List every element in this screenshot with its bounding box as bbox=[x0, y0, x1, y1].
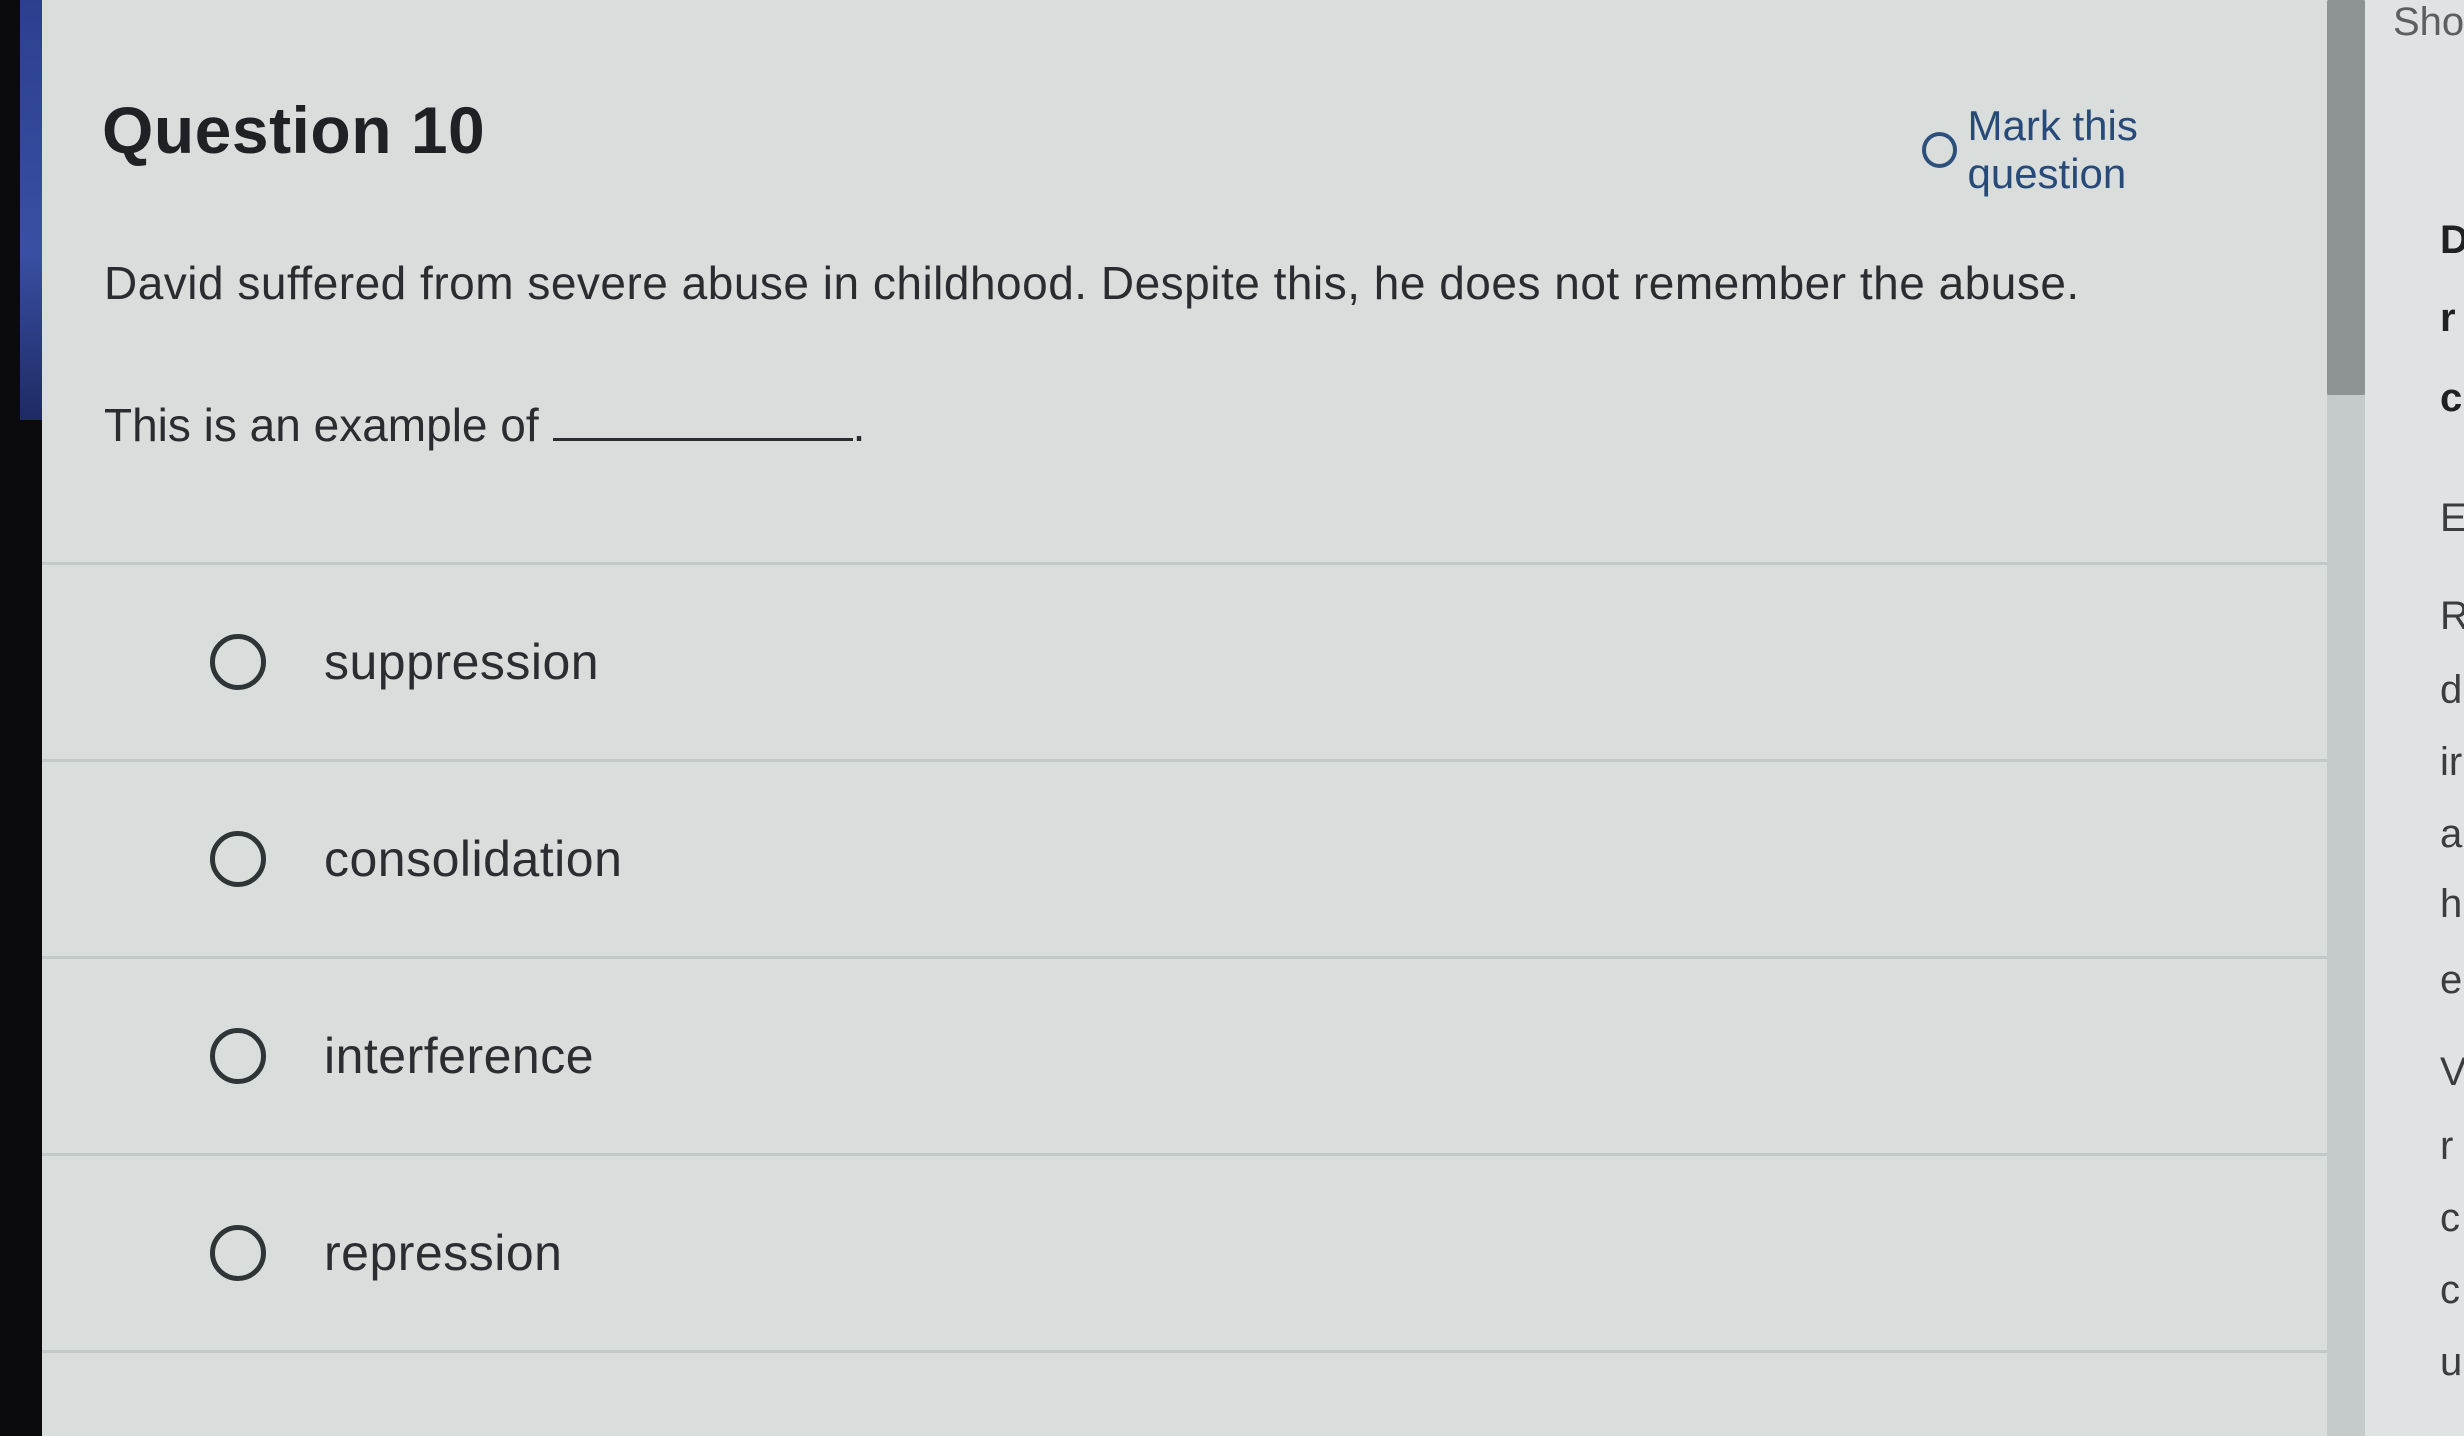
side-panel-header: Sho bbox=[2393, 0, 2464, 44]
screen-bezel-accent bbox=[20, 0, 42, 420]
side-panel-text-fragment: c bbox=[2440, 376, 2463, 420]
side-panel-text-fragment: e bbox=[2440, 958, 2463, 1002]
side-panel-text-fragment: u bbox=[2440, 1340, 2463, 1384]
screen: Question 10 Mark this question David suf… bbox=[42, 0, 2464, 1436]
radio-button[interactable] bbox=[210, 831, 266, 887]
radio-button[interactable] bbox=[210, 1028, 266, 1084]
side-panel-text-fragment: r bbox=[2440, 1124, 2454, 1168]
answer-label[interactable]: suppression bbox=[324, 633, 599, 691]
question-title: Question 10 bbox=[102, 93, 486, 167]
side-panel-text-fragment: D bbox=[2440, 218, 2464, 262]
answer-option-consolidation[interactable]: consolidation bbox=[42, 759, 2327, 956]
side-panel-text-fragment: ir bbox=[2440, 740, 2463, 784]
mark-question-circle-icon[interactable] bbox=[1922, 132, 1958, 168]
answer-label[interactable]: consolidation bbox=[324, 830, 622, 888]
answer-option-repression[interactable]: repression bbox=[42, 1153, 2327, 1353]
answer-option-interference[interactable]: interference bbox=[42, 956, 2327, 1153]
question-panel: Question 10 Mark this question David suf… bbox=[42, 0, 2327, 1436]
answer-blank bbox=[552, 402, 853, 441]
answer-option-suppression[interactable]: suppression bbox=[42, 562, 2327, 759]
side-panel-text-fragment: r bbox=[2440, 296, 2456, 340]
side-panel: Sho D r c E R d ir a h e V r c c u bbox=[2365, 0, 2464, 1436]
side-panel-text-fragment: c bbox=[2440, 1268, 2460, 1312]
radio-button[interactable] bbox=[210, 1225, 266, 1281]
question-prompt-end: . bbox=[852, 399, 866, 451]
question-header: Question 10 Mark this question bbox=[102, 92, 2302, 197]
side-panel-text-fragment: a bbox=[2440, 812, 2463, 856]
side-panel-text-fragment: c bbox=[2440, 1196, 2460, 1240]
side-panel-text-fragment: R bbox=[2440, 594, 2464, 638]
mark-question-button[interactable]: Mark this question bbox=[1922, 102, 2302, 198]
question-stem: David suffered from severe abuse in chil… bbox=[104, 257, 2080, 309]
side-panel-text-fragment: d bbox=[2440, 668, 2463, 712]
side-panel-text-fragment: E bbox=[2440, 496, 2464, 540]
side-panel-text-fragment: V bbox=[2440, 1050, 2464, 1094]
question-prompt: This is an example of . bbox=[104, 398, 865, 452]
side-panel-text-fragment: h bbox=[2440, 882, 2463, 926]
answer-options: suppression consolidation interference r… bbox=[42, 562, 2327, 1353]
answer-label[interactable]: repression bbox=[324, 1224, 562, 1282]
question-prompt-text: This is an example of bbox=[104, 399, 539, 451]
mark-question-label[interactable]: Mark this question bbox=[1967, 102, 2302, 198]
scrollbar-thumb[interactable] bbox=[2327, 0, 2365, 395]
answer-label[interactable]: interference bbox=[324, 1027, 594, 1085]
radio-button[interactable] bbox=[210, 634, 266, 690]
